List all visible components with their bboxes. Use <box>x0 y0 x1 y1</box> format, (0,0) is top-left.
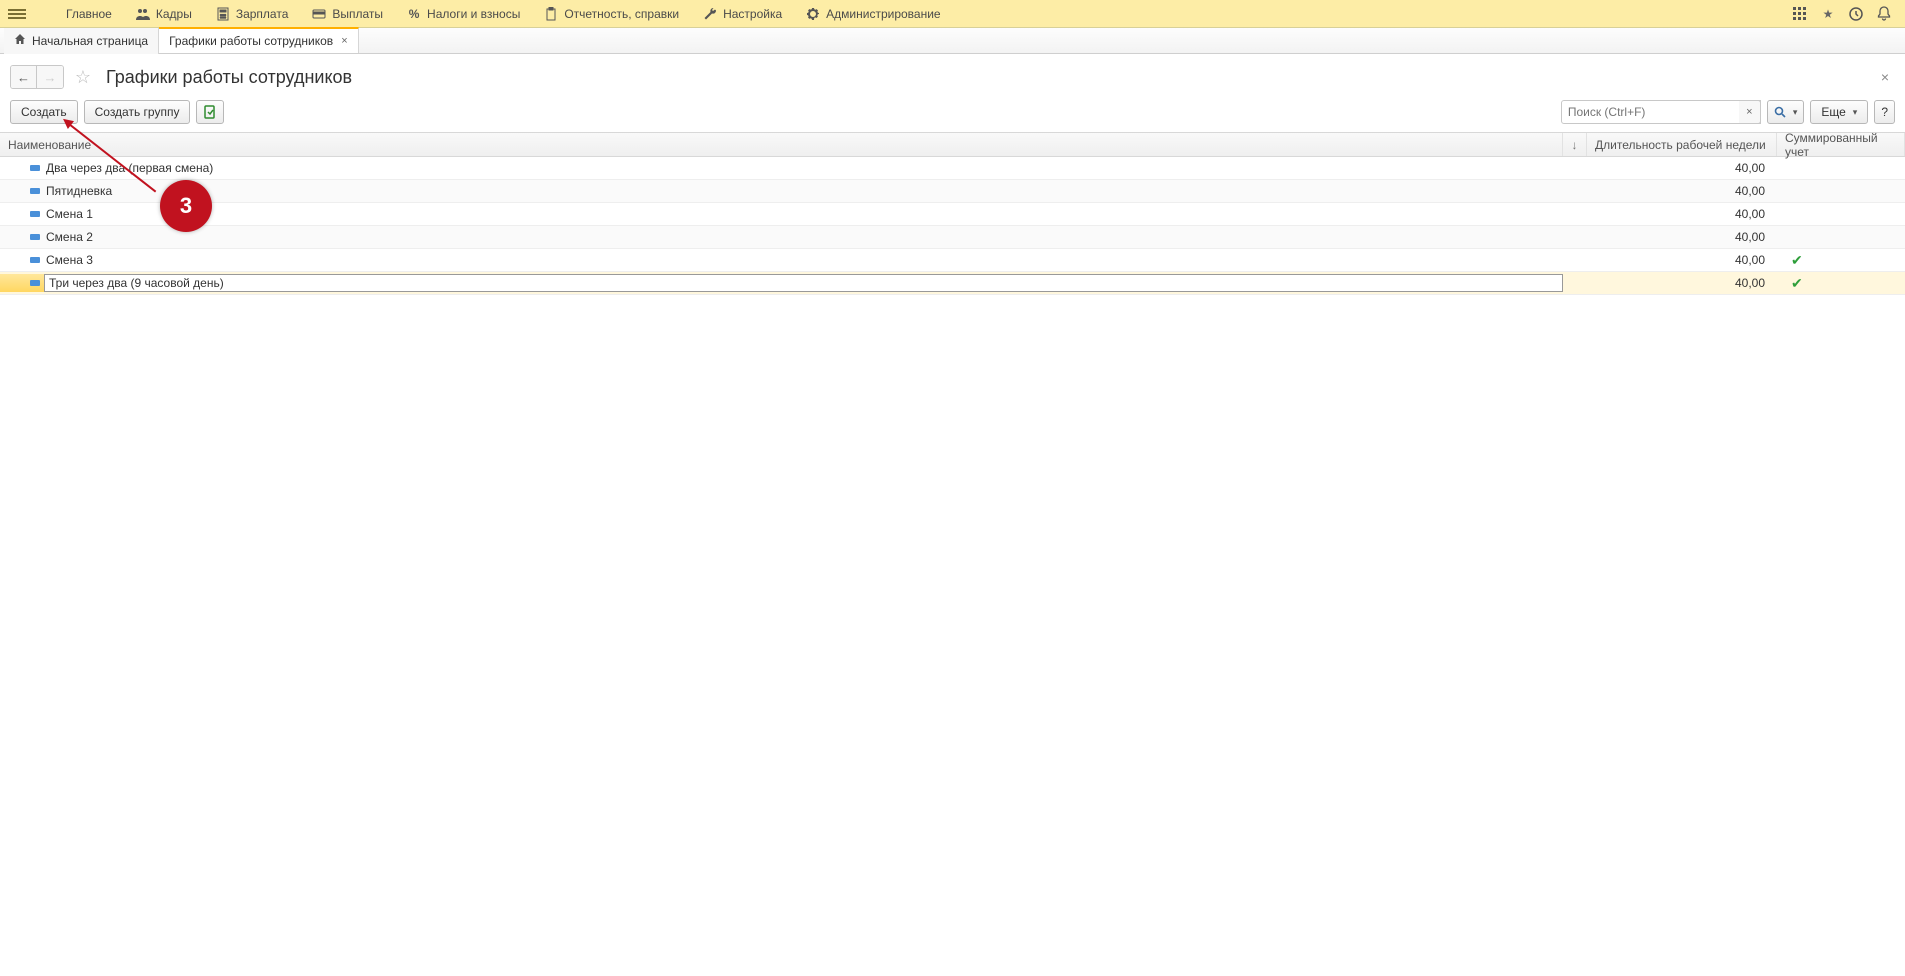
tab-schedules-label: Графики работы сотрудников <box>169 34 333 48</box>
menu-зарплата[interactable]: Зарплата <box>204 0 301 28</box>
col-sort-indicator[interactable]: ↓ <box>1563 133 1587 156</box>
refresh-button[interactable] <box>196 100 224 124</box>
cell-duration: 40,00 <box>1587 230 1777 244</box>
row-name: Пятидневка <box>46 184 112 198</box>
cell-name[interactable]: Смена 2 <box>0 230 1563 244</box>
menu-настройка[interactable]: Настройка <box>691 0 794 28</box>
row-name: Смена 1 <box>46 207 93 221</box>
table-row[interactable]: Смена 2 40,00 <box>0 226 1905 249</box>
card-icon <box>312 7 326 21</box>
cell-name[interactable]: Пятидневка <box>0 184 1563 198</box>
row-icon <box>30 234 40 240</box>
menu-администрирование[interactable]: Администрирование <box>794 0 952 28</box>
gear-icon <box>806 7 820 21</box>
back-button[interactable]: ← <box>11 66 37 88</box>
hamburger-icon[interactable] <box>8 9 26 19</box>
search-menu-button[interactable] <box>1767 100 1805 124</box>
cell-name[interactable]: Три через два (9 часовой день) <box>0 274 1563 292</box>
search-wrap: × <box>1561 100 1761 124</box>
close-tab-icon[interactable]: × <box>341 35 347 47</box>
tab-schedules[interactable]: Графики работы сотрудников × <box>159 27 359 53</box>
table-row[interactable]: Два через два (первая смена) 40,00 <box>0 157 1905 180</box>
search-clear-button[interactable]: × <box>1739 100 1761 124</box>
cell-name[interactable]: Смена 3 <box>0 253 1563 267</box>
home-icon <box>14 33 26 48</box>
menu-кадры[interactable]: Кадры <box>124 0 204 28</box>
col-name[interactable]: Наименование <box>0 133 1563 156</box>
apps-grid-icon[interactable] <box>1791 5 1809 23</box>
clipboard-icon <box>544 7 558 21</box>
people-icon <box>136 7 150 21</box>
row-icon <box>30 280 40 286</box>
wrench-icon <box>703 7 717 21</box>
cell-name[interactable]: Смена 1 <box>0 207 1563 221</box>
menu-главное[interactable]: Главное <box>34 0 124 28</box>
cell-duration: 40,00 <box>1587 207 1777 221</box>
percent-icon: % <box>407 7 421 21</box>
row-icon <box>30 165 40 171</box>
menu-налоги-и-взносы[interactable]: %Налоги и взносы <box>395 0 532 28</box>
tab-home-label: Начальная страница <box>32 34 148 48</box>
menu-icon <box>46 7 60 21</box>
favorite-star-icon[interactable]: ☆ <box>72 66 94 88</box>
cell-duration: 40,00 <box>1587 253 1777 267</box>
menu-отчетность-справки[interactable]: Отчетность, справки <box>532 0 691 28</box>
cell-duration: 40,00 <box>1587 276 1777 290</box>
table-row[interactable]: Три через два (9 часовой день) 40,00✔ <box>0 272 1905 295</box>
col-summed[interactable]: Суммированный учет <box>1777 133 1905 156</box>
cell-duration: 40,00 <box>1587 161 1777 175</box>
create-group-button[interactable]: Создать группу <box>84 100 191 124</box>
favorites-star-icon[interactable]: ★ <box>1819 5 1837 23</box>
close-page-icon[interactable]: × <box>1875 69 1895 85</box>
row-icon <box>30 211 40 217</box>
help-button[interactable]: ? <box>1874 100 1895 124</box>
calc-icon <box>216 7 230 21</box>
main-menu-bar: ГлавноеКадрыЗарплатаВыплаты%Налоги и взн… <box>0 0 1905 28</box>
cell-summed: ✔ <box>1777 252 1905 269</box>
cell-summed: ✔ <box>1777 275 1905 292</box>
annotation-badge: 3 <box>160 180 212 232</box>
selected-name: Три через два (9 часовой день) <box>44 274 1563 292</box>
row-name: Смена 2 <box>46 230 93 244</box>
nav-buttons: ← → <box>10 65 64 89</box>
page-header: ← → ☆ Графики работы сотрудников × <box>0 54 1905 96</box>
cell-name[interactable]: Два через два (первая смена) <box>0 161 1563 175</box>
row-icon <box>30 257 40 263</box>
row-name: Смена 3 <box>46 253 93 267</box>
search-input[interactable] <box>1561 100 1761 124</box>
cell-duration: 40,00 <box>1587 184 1777 198</box>
history-icon[interactable] <box>1847 5 1865 23</box>
table-row[interactable]: Смена 3 40,00✔ <box>0 249 1905 272</box>
row-icon <box>30 188 40 194</box>
table-row[interactable]: Смена 1 40,00 <box>0 203 1905 226</box>
table: Наименование ↓ Длительность рабочей неде… <box>0 132 1905 295</box>
table-row[interactable]: Пятидневка 40,00 <box>0 180 1905 203</box>
more-button[interactable]: Еще <box>1810 100 1868 124</box>
bell-icon[interactable] <box>1875 5 1893 23</box>
forward-button[interactable]: → <box>37 66 63 88</box>
page-title: Графики работы сотрудников <box>106 67 352 88</box>
table-header: Наименование ↓ Длительность рабочей неде… <box>0 133 1905 157</box>
table-body: Два через два (первая смена)40,00Пятидне… <box>0 157 1905 295</box>
tab-home[interactable]: Начальная страница <box>4 28 159 54</box>
tabs-bar: Начальная страница Графики работы сотруд… <box>0 28 1905 54</box>
col-duration[interactable]: Длительность рабочей недели <box>1587 133 1777 156</box>
menu-выплаты[interactable]: Выплаты <box>300 0 395 28</box>
toolbar: Создать Создать группу × Еще ? <box>0 96 1905 132</box>
